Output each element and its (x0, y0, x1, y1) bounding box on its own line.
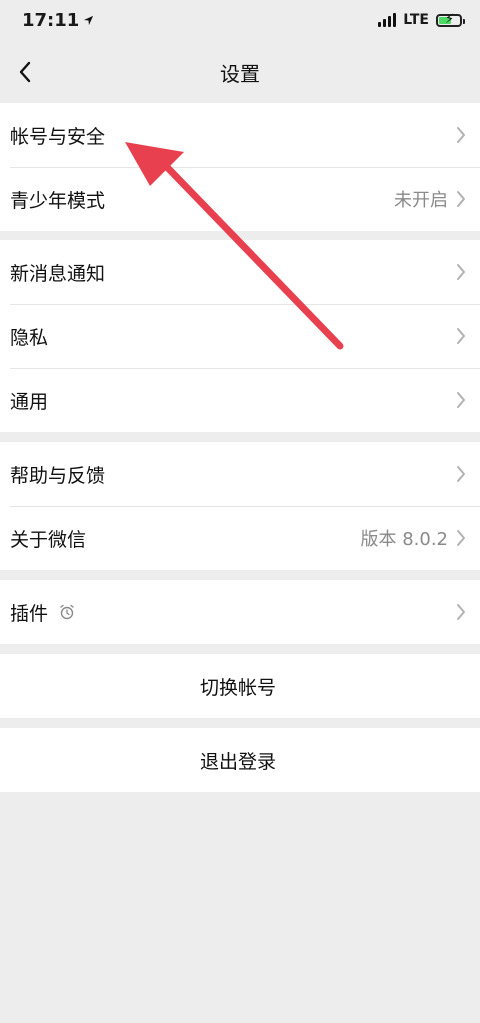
chevron-right-icon (456, 465, 466, 483)
logout-label: 退出登录 (199, 750, 276, 773)
settings-item-label: 关于微信 (10, 528, 87, 551)
settings-group-about: 帮助与反馈 关于微信 版本 8.0.2 (0, 442, 480, 570)
chevron-right-icon (456, 327, 466, 345)
settings-item-value: 未开启 (394, 190, 448, 211)
chevron-right-icon (456, 190, 466, 208)
settings-item-help-feedback[interactable]: 帮助与反馈 (0, 442, 480, 506)
settings-item-label: 帐号与安全 (10, 125, 106, 148)
network-type: LTE (403, 12, 429, 28)
chevron-left-icon (19, 61, 31, 83)
chevron-right-icon (456, 126, 466, 144)
back-button[interactable] (10, 52, 40, 92)
logout-group: 退出登录 (0, 728, 480, 792)
battery-charging-icon: ⚡ (436, 12, 465, 27)
switch-account-label: 切换帐号 (199, 676, 276, 699)
settings-item-privacy[interactable]: 隐私 (0, 304, 480, 368)
switch-account-group: 切换帐号 (0, 654, 480, 718)
settings-group-plugins: 插件 (0, 580, 480, 644)
settings-item-value: 版本 8.0.2 (360, 529, 448, 550)
alarm-clock-icon (58, 603, 76, 621)
signal-strength-icon (378, 13, 397, 27)
status-time-text: 17:11 (22, 9, 80, 31)
settings-item-general[interactable]: 通用 (0, 368, 480, 432)
switch-account-button[interactable]: 切换帐号 (0, 654, 480, 718)
settings-group-general: 新消息通知 隐私 通用 (0, 240, 480, 432)
chevron-right-icon (456, 263, 466, 281)
chevron-right-icon (456, 391, 466, 409)
status-time: 17:11 (22, 10, 94, 31)
nav-bar: 设置 (0, 40, 480, 104)
settings-item-plugins[interactable]: 插件 (0, 580, 480, 644)
chevron-right-icon (456, 529, 466, 547)
settings-item-label: 隐私 (10, 326, 49, 349)
page-title: 设置 (220, 61, 260, 86)
settings-group-account: 帐号与安全 青少年模式 未开启 (0, 103, 480, 231)
settings-item-about-wechat[interactable]: 关于微信 版本 8.0.2 (0, 506, 480, 570)
status-bar: 17:11 LTE ⚡ (0, 0, 480, 40)
settings-item-youth-mode[interactable]: 青少年模式 未开启 (0, 167, 480, 231)
settings-item-label: 青少年模式 (10, 189, 106, 212)
chevron-right-icon (456, 603, 466, 621)
settings-item-label: 通用 (10, 390, 49, 413)
settings-item-notifications[interactable]: 新消息通知 (0, 240, 480, 304)
settings-item-label: 插件 (10, 602, 49, 625)
logout-button[interactable]: 退出登录 (0, 728, 480, 792)
settings-item-label: 帮助与反馈 (10, 464, 106, 487)
location-arrow-icon (84, 15, 94, 25)
settings-item-account-security[interactable]: 帐号与安全 (0, 103, 480, 167)
status-indicators: LTE ⚡ (378, 12, 465, 28)
settings-item-label: 新消息通知 (10, 262, 106, 285)
